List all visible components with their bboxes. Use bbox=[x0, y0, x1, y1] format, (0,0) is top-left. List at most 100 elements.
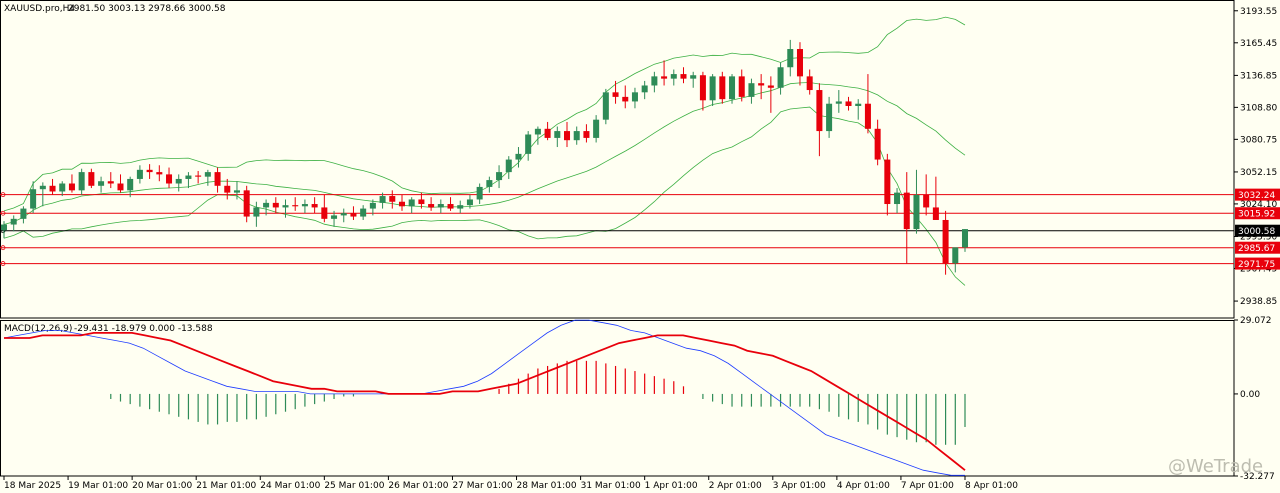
candle-body bbox=[156, 172, 163, 175]
candle-body bbox=[719, 76, 726, 100]
candle-body bbox=[593, 119, 600, 138]
candle-body bbox=[127, 178, 134, 191]
macd-y-tick-label: 29.072 bbox=[1240, 316, 1272, 326]
candle-body bbox=[583, 131, 590, 138]
y-tick-label: 3193.55 bbox=[1240, 7, 1277, 17]
candle-body bbox=[379, 196, 386, 203]
candle-body bbox=[641, 85, 648, 93]
candle-body bbox=[185, 175, 192, 179]
macd-y-tick-label: 0.00 bbox=[1240, 390, 1260, 400]
candle-body bbox=[166, 174, 173, 184]
candle-body bbox=[59, 183, 66, 192]
candle-body bbox=[466, 199, 473, 206]
candle-body bbox=[350, 213, 357, 217]
candle-body bbox=[389, 196, 396, 202]
candle-body bbox=[408, 199, 415, 207]
candle-body bbox=[117, 183, 124, 191]
x-tick-label: 18 Mar 2025 bbox=[4, 481, 61, 491]
candle-body bbox=[282, 205, 289, 208]
x-tick-label: 27 Mar 01:00 bbox=[452, 481, 512, 491]
candle-body bbox=[195, 175, 202, 177]
instrument-label: XAUUSD.pro,H4 bbox=[4, 4, 75, 14]
candle-body bbox=[78, 172, 85, 191]
candle-body bbox=[136, 169, 143, 179]
x-tick-label: 20 Mar 01:00 bbox=[132, 481, 192, 491]
candle-body bbox=[796, 49, 803, 77]
band-lower bbox=[3, 106, 966, 286]
y-tick-label: 3136.85 bbox=[1240, 71, 1277, 81]
candle-body bbox=[30, 189, 37, 209]
candle-body bbox=[942, 219, 949, 264]
candle-body bbox=[622, 96, 629, 102]
x-tick-label: 26 Mar 01:00 bbox=[388, 481, 448, 491]
x-tick-label: 31 Mar 01:00 bbox=[581, 481, 641, 491]
candle-body bbox=[340, 213, 347, 216]
candle-body bbox=[748, 83, 755, 97]
candle-body bbox=[680, 74, 687, 79]
candle-body bbox=[690, 75, 697, 79]
x-tick-label: 4 Apr 01:00 bbox=[837, 481, 890, 491]
candle-body bbox=[175, 178, 182, 184]
candle-body bbox=[758, 83, 765, 86]
x-tick-label: 1 Apr 01:00 bbox=[645, 481, 698, 491]
candle-body bbox=[360, 208, 367, 217]
candle-body bbox=[738, 76, 745, 97]
candle-body bbox=[10, 218, 17, 225]
candle-body bbox=[20, 208, 27, 219]
x-tick-label: 2 Apr 01:00 bbox=[709, 481, 762, 491]
candle-body bbox=[932, 207, 939, 220]
candle-body bbox=[398, 201, 405, 207]
candle-body bbox=[612, 92, 619, 97]
candle-body bbox=[564, 131, 571, 141]
candle-body bbox=[729, 76, 736, 100]
candle-body bbox=[573, 131, 580, 141]
candle-body bbox=[767, 85, 774, 88]
chart-root: 3193.55 3165.45 3136.85 3108.80 3080.75 3052.… bbox=[0, 0, 1280, 493]
candle-body bbox=[544, 128, 551, 138]
x-tick-label: 19 Mar 01:00 bbox=[68, 481, 128, 491]
y-tick-label: 3165.45 bbox=[1240, 39, 1277, 49]
candle-body bbox=[894, 192, 901, 205]
candle-body bbox=[864, 103, 871, 129]
candle-body bbox=[816, 90, 823, 132]
candle-body bbox=[709, 76, 716, 101]
candle-body bbox=[855, 103, 862, 106]
candle-body bbox=[272, 202, 279, 208]
candle-body bbox=[292, 205, 299, 207]
candle-body bbox=[447, 204, 454, 209]
candle-body bbox=[146, 169, 153, 173]
candle-body bbox=[243, 190, 250, 217]
candle-body bbox=[777, 67, 784, 88]
candle-body bbox=[923, 194, 930, 208]
candle-body bbox=[496, 172, 503, 181]
price-level-label: 3000.58 bbox=[1238, 227, 1275, 237]
candle-body bbox=[437, 204, 444, 208]
candle-body bbox=[253, 207, 260, 217]
candle-body bbox=[457, 205, 464, 209]
candle-body bbox=[602, 92, 609, 120]
candle-body bbox=[961, 229, 969, 248]
price-level-label: 3015.92 bbox=[1238, 210, 1275, 220]
candle-body bbox=[39, 185, 46, 190]
candle-body bbox=[49, 185, 56, 192]
candle-body bbox=[88, 172, 95, 186]
candle-body bbox=[884, 159, 891, 205]
candle-body bbox=[670, 74, 677, 79]
x-tick-label: 7 Apr 01:00 bbox=[901, 481, 954, 491]
candle-body bbox=[515, 153, 522, 160]
price-chart[interactable]: 3193.55 3165.45 3136.85 3108.80 3080.75 3052.… bbox=[0, 0, 1280, 493]
x-tick-label: 28 Mar 01:00 bbox=[517, 481, 577, 491]
watermark: @WeTrade bbox=[1168, 456, 1263, 477]
signal-line bbox=[4, 332, 966, 471]
y-tick-label: 3052.15 bbox=[1240, 168, 1277, 178]
x-tick-label: 24 Mar 01:00 bbox=[260, 481, 320, 491]
candle-body bbox=[874, 128, 881, 160]
x-tick-label: 25 Mar 01:00 bbox=[324, 481, 384, 491]
candle-body bbox=[525, 134, 532, 154]
ohlc-header: 2981.50 3003.13 2978.66 3000.58 bbox=[68, 4, 226, 14]
candle-body bbox=[826, 103, 833, 132]
main-pane-frame bbox=[0, 0, 1235, 319]
price-level-label: 2971.75 bbox=[1238, 260, 1275, 270]
candle-body bbox=[806, 76, 813, 91]
candle-body bbox=[835, 101, 842, 104]
